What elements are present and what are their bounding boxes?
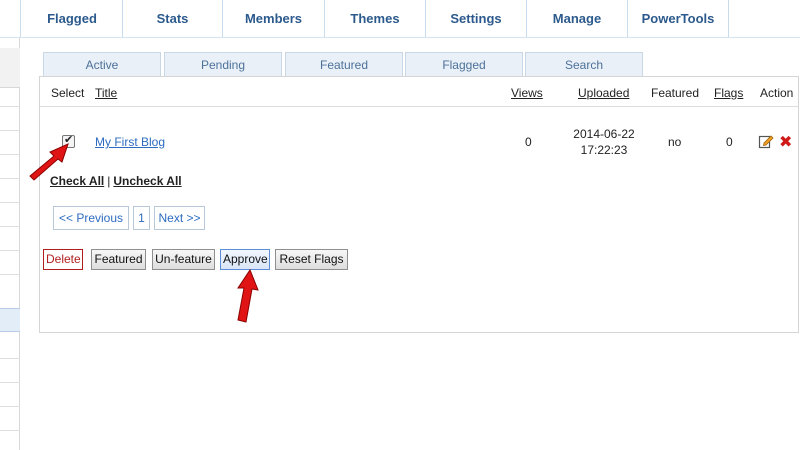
previous-page-button[interactable]: << Previous [53, 206, 129, 230]
red-arrow-annotation [237, 268, 259, 323]
header-views[interactable]: Views [511, 86, 543, 100]
app-root: Flagged Stats Members Themes Settings Ma… [0, 0, 800, 450]
sidebar-divider [0, 430, 20, 431]
red-arrow-annotation [29, 143, 69, 181]
row-uploaded-date: 2014-06-22 [573, 127, 635, 141]
sidebar-divider [0, 130, 20, 131]
sidebar-divider [0, 106, 20, 107]
sidebar-divider [0, 358, 20, 359]
row-title-link[interactable]: My First Blog [95, 135, 165, 149]
sidebar-header [0, 48, 20, 88]
row-uploaded: 2014-06-22 17:22:23 [568, 126, 640, 158]
nav-item-flagged[interactable]: Flagged [22, 0, 123, 37]
sidebar-divider [0, 226, 20, 227]
sidebar-divider [0, 154, 20, 155]
next-page-button[interactable]: Next >> [154, 206, 205, 230]
nav-item-powertools[interactable]: PowerTools [628, 0, 729, 37]
tab-active[interactable]: Active [43, 52, 161, 76]
row-views: 0 [525, 135, 532, 149]
row-flags: 0 [726, 135, 733, 149]
select-links-separator: | [107, 174, 111, 188]
sidebar-divider [0, 178, 20, 179]
header-select: Select [51, 86, 85, 100]
header-uploaded[interactable]: Uploaded [578, 86, 629, 100]
header-action: Action [760, 86, 794, 100]
left-sidebar [0, 38, 20, 450]
row-uploaded-time: 17:22:23 [580, 143, 628, 157]
sidebar-divider [0, 382, 20, 383]
table-row: My First Blog 0 2014-06-22 17:22:23 no 0… [40, 108, 798, 168]
header-flags[interactable]: Flags [714, 86, 743, 100]
reset-flags-button[interactable]: Reset Flags [275, 249, 348, 270]
header-featured: Featured [651, 86, 700, 100]
sidebar-divider [0, 250, 20, 251]
tab-pending[interactable]: Pending [164, 52, 282, 76]
nav-item-stats[interactable]: Stats [123, 0, 223, 37]
delete-button[interactable]: Delete [43, 249, 83, 270]
header-title[interactable]: Title [95, 86, 117, 100]
sidebar-divider [0, 274, 20, 275]
blog-list-panel: Select Title Views Uploaded Featured Fla… [39, 76, 799, 333]
nav-leading-cell [0, 0, 21, 37]
unfeature-button[interactable]: Un-feature [152, 249, 215, 270]
row-featured: no [668, 135, 682, 149]
tab-search[interactable]: Search [525, 52, 643, 76]
page-number-button[interactable]: 1 [133, 206, 150, 230]
nav-item-themes[interactable]: Themes [325, 0, 426, 37]
nav-item-settings[interactable]: Settings [426, 0, 527, 37]
edit-icon[interactable] [758, 133, 774, 149]
top-navigation: Flagged Stats Members Themes Settings Ma… [0, 0, 800, 38]
featured-button[interactable]: Featured [91, 249, 146, 270]
delete-icon[interactable]: ✖ [779, 134, 793, 150]
uncheck-all-link[interactable]: Uncheck All [113, 174, 181, 188]
nav-item-members[interactable]: Members [223, 0, 325, 37]
sidebar-divider [0, 202, 20, 203]
tab-flagged[interactable]: Flagged [405, 52, 523, 76]
tab-featured[interactable]: Featured [285, 52, 403, 76]
sidebar-divider [0, 406, 20, 407]
sidebar-item-active[interactable] [0, 308, 20, 332]
nav-item-manage[interactable]: Manage [527, 0, 628, 37]
table-header: Select Title Views Uploaded Featured Fla… [40, 77, 798, 107]
